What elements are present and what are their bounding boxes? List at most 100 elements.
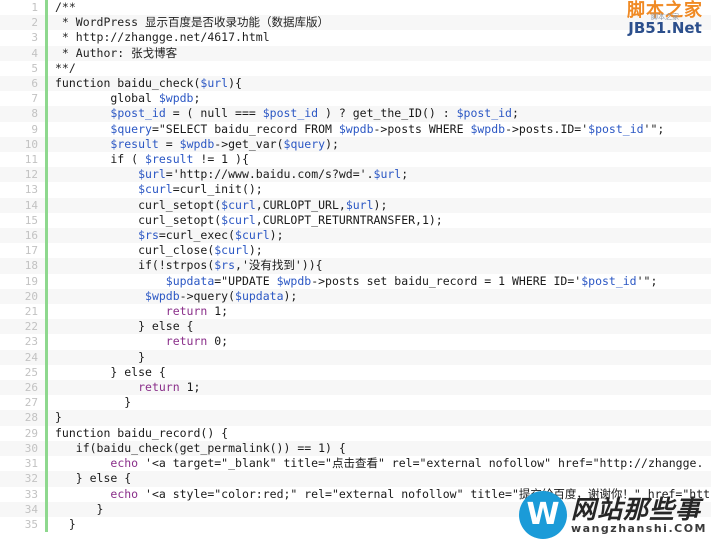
code-token-kw: echo [110, 456, 139, 471]
code-token-plain: ="SELECT baidu_record FROM [151, 121, 339, 136]
code-token-plain: if(baidu_check(get_permalink()) == 1) { [55, 440, 346, 455]
code-line-content[interactable]: $updata="UPDATE $wpdb->posts set baidu_r… [47, 274, 711, 289]
code-viewer[interactable]: 1/** 2 * WordPress 显示百度是否收录功能（数据库版） 3 * ht… [0, 0, 711, 541]
code-token-plain: } [55, 516, 76, 531]
code-line-content[interactable]: function baidu_record() { [47, 426, 711, 441]
code-token-plain: 1; [179, 380, 201, 395]
code-line: 17 curl_close($curl); [0, 243, 711, 259]
code-line-content[interactable]: $url='http://www.baidu.com/s?wd='.$url; [47, 167, 711, 182]
code-token-plain: if ( [55, 152, 146, 167]
code-line-content[interactable]: if(baidu_check(get_permalink()) == 1) { [47, 441, 711, 456]
code-token-plain: 1; [207, 304, 229, 319]
code-line-content[interactable]: curl_setopt($curl,CURLOPT_URL,$url); [47, 198, 711, 213]
code-line-content[interactable]: $curl=curl_init(); [47, 182, 711, 197]
code-token-plain: ->posts.ID=' [505, 121, 589, 136]
code-token-plain: ){ [228, 76, 242, 91]
line-number: 19 [0, 273, 48, 289]
code-token-plain: ->posts set baidu_record = 1 WHERE ID=' [311, 273, 582, 288]
code-line-content[interactable]: $rs=curl_exec($curl); [47, 228, 711, 243]
line-number: 18 [0, 258, 48, 274]
code-line-content[interactable]: if(!strpos($rs,'没有找到')){ [47, 258, 711, 273]
code-line: 2 * WordPress 显示百度是否收录功能（数据库版） [0, 15, 711, 31]
code-line-content[interactable]: echo '<a style="color:red;" rel="externa… [47, 487, 711, 502]
code-line-content[interactable]: * Author: 张戈博客 [47, 46, 711, 61]
code-token-var: $query [110, 121, 152, 136]
code-line: 5 **/ [0, 60, 711, 77]
code-line-content[interactable]: } [47, 502, 711, 517]
code-token-comment: **/ [55, 60, 76, 75]
code-token-var: $url [200, 76, 229, 91]
code-token-plain: =curl_init(); [172, 182, 263, 197]
code-line-content[interactable]: } [47, 350, 711, 365]
code-line-content[interactable]: return 1; [47, 304, 711, 319]
code-token-plain: ,'没有找到')){ [235, 258, 323, 273]
code-token-plain: ='http://www.baidu.com/s?wd='. [165, 167, 374, 182]
code-token-var: $wpdb [338, 121, 374, 136]
line-number: 35 [0, 516, 48, 533]
code-line: 23 return 0; [0, 334, 711, 350]
code-line: 31 echo '<a target="_blank" title="点击查看"… [0, 456, 711, 472]
code-token-plain: function baidu_check( [55, 76, 201, 91]
code-token-plain: ); [325, 136, 339, 151]
line-number: 9 [0, 121, 48, 137]
code-token-plain: '"; [636, 273, 658, 288]
code-line-content[interactable]: } [47, 395, 711, 410]
code-line-content[interactable]: return 1; [47, 380, 711, 395]
code-token-var: $url [138, 167, 166, 182]
code-line-content[interactable]: curl_close($curl); [47, 243, 711, 258]
line-number: 14 [0, 197, 48, 213]
code-line: 28} [0, 410, 711, 426]
code-line-content[interactable]: } else { [47, 365, 711, 380]
line-number: 11 [0, 152, 48, 168]
code-token-var: $curl [138, 182, 173, 197]
code-line: 25 } else { [0, 364, 711, 381]
code-line-content[interactable]: /** [47, 0, 711, 15]
code-line-content[interactable]: $result = $wpdb->get_var($query); [47, 137, 711, 152]
code-token-var: $post_id [456, 106, 512, 121]
code-token-var: $updata [235, 288, 284, 303]
code-token-plain: } [55, 349, 146, 364]
code-line: 14 curl_setopt($curl,CURLOPT_URL,$url); [0, 197, 711, 213]
code-line-content[interactable]: $query="SELECT baidu_record FROM $wpdb ->… [47, 122, 711, 137]
code-token-var: $curl [235, 228, 270, 243]
code-line-content[interactable]: return 0; [47, 334, 711, 349]
code-line-content[interactable]: **/ [47, 61, 711, 76]
code-token-plain: ; [511, 106, 519, 121]
code-token-var: $post_id [588, 121, 644, 136]
code-token-kw: echo [110, 486, 139, 501]
code-line-content[interactable]: function baidu_check($url){ [47, 76, 711, 91]
code-token-plain: curl_setopt( [55, 197, 222, 212]
code-line-content[interactable]: $post_id = ( null === $post_id ) ? get_t… [47, 106, 711, 121]
code-line: 15 curl_setopt($curl,CURLOPT_RETURNTRANS… [0, 212, 711, 229]
code-token-plain: curl_setopt( [55, 212, 222, 227]
code-line-content[interactable]: curl_setopt($curl,CURLOPT_RETURNTRANSFER… [47, 213, 711, 228]
code-token-kw: return [165, 304, 208, 319]
code-line-content[interactable]: $wpdb->query($updata); [47, 289, 711, 304]
code-line: 4 * Author: 张戈博客 [0, 45, 711, 61]
line-number: 12 [0, 167, 48, 183]
code-token-plain: } else { [55, 471, 132, 486]
code-line-content[interactable]: * http://zhangge.net/4617.html [47, 30, 711, 45]
code-line: 33 echo '<a style="color:red;" rel="exte… [0, 486, 711, 502]
code-line-content[interactable]: echo '<a target="_blank" title="点击查看" re… [47, 456, 711, 471]
code-line-content[interactable]: global $wpdb; [47, 91, 711, 106]
code-line: 24 } [0, 349, 711, 365]
code-line: 18 if(!strpos($rs,'没有找到')){ [0, 258, 711, 274]
code-token-plain: ="UPDATE [214, 273, 277, 288]
code-token-var: $post_id [110, 106, 166, 121]
code-line-content[interactable]: } else { [47, 319, 711, 334]
code-line-content[interactable]: } [47, 517, 711, 532]
code-line-content[interactable]: if ( $result != 1 ){ [47, 152, 711, 167]
code-token-var: $rs [214, 258, 236, 273]
line-number: 25 [0, 364, 48, 381]
line-number: 27 [0, 395, 48, 411]
code-line-content[interactable]: } else { [47, 471, 711, 486]
line-number: 4 [0, 45, 48, 61]
code-line-content[interactable]: * WordPress 显示百度是否收录功能（数据库版） [47, 15, 711, 30]
code-line-content[interactable]: } [47, 410, 711, 425]
